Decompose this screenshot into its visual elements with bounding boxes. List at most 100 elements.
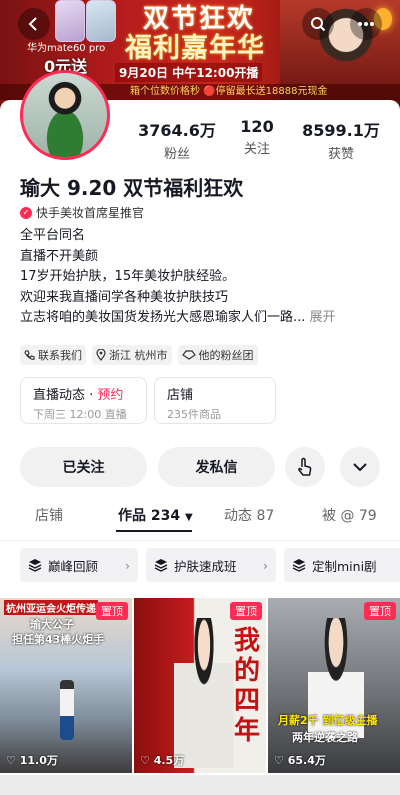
tab-works[interactable]: 作品 234 ▼ (118, 505, 193, 529)
fans-stat[interactable]: 3764.6万 粉丝 (132, 117, 222, 162)
reserve-link[interactable]: 预约 (97, 388, 123, 403)
back-arrow-icon (28, 17, 37, 31)
chevron-down-icon (353, 463, 367, 471)
tab-shop[interactable]: 店铺 (35, 505, 63, 527)
message-button[interactable]: 发私信 (158, 447, 275, 487)
portrait-image (174, 618, 234, 768)
video-thumbnail[interactable]: 月薪2千 到亿级主播 两年逆袭之路 置顶 ♡ 65.4万 (268, 598, 400, 773)
collection-chip-label: 定制mini剧 (312, 558, 377, 574)
collection-chip-label: 护肤速成班 (174, 558, 237, 574)
video-thumbnail[interactable]: 我的四年 置顶 ♡ 4.5万 (134, 598, 266, 773)
search-button[interactable] (302, 8, 334, 40)
followed-button[interactable]: 已关注 (20, 447, 147, 487)
fans-count: 3764.6万 (138, 121, 216, 140)
back-button[interactable] (18, 8, 50, 40)
search-icon (311, 17, 326, 32)
verified-badge: ✓ 快手美妆首席星推官 (20, 204, 144, 221)
expand-button[interactable] (340, 447, 380, 487)
video-grid: 杭州亚运会火炬传递 瑜大公子 担任第43棒火炬手 置顶 ♡ 11.0万 我的四年… (0, 598, 400, 773)
location-tag-label: 浙江 杭州市 (109, 349, 168, 362)
location-tag[interactable]: 浙江 杭州市 (92, 345, 172, 365)
video-thumbnail[interactable]: 杭州亚运会火炬传递 瑜大公子 担任第43棒火炬手 置顶 ♡ 11.0万 (0, 598, 132, 773)
bio-line: 全平台同名 (20, 228, 86, 243)
bio-line: 欢迎来我直播间学各种美妆护肤技巧 (20, 289, 229, 305)
following-stat[interactable]: 120 关注 (230, 117, 284, 157)
verified-icon: ✓ (20, 206, 32, 219)
collection-chip[interactable]: 定制mini剧 (284, 548, 400, 582)
likes-stat[interactable]: 8599.1万 获赞 (296, 117, 386, 162)
likes-count: 8599.1万 (302, 121, 380, 140)
caret-down-icon: ▼ (184, 512, 193, 523)
tab-works-label: 作品 234 (118, 508, 181, 524)
video-caption: 杭州亚运会火炬传递 (4, 600, 98, 615)
video-likes: ♡ 65.4万 (274, 752, 326, 768)
fan-group-tag-label: 他的粉丝团 (198, 349, 254, 362)
collection-chip[interactable]: 护肤速成班 › (146, 548, 276, 582)
profile-name: 瑜大 9.20 双节福利狂欢 (20, 176, 244, 200)
heart-icon: ♡ (6, 754, 16, 767)
profile-tags: 联系我们 浙江 杭州市 他的粉丝团 (20, 345, 258, 365)
shop-card[interactable]: 店铺 235件商品 (154, 377, 276, 424)
banner-date: 9月20日 中午12:00开播 (115, 63, 263, 82)
shop-card-title: 店铺 (167, 388, 194, 403)
next-row-thumbnails (0, 775, 400, 795)
live-card-title-text: 直播动态 · (33, 388, 98, 403)
runner-figure-image (60, 680, 74, 740)
video-caption: 瑜大公子 (30, 618, 74, 631)
pinned-badge: 置顶 (96, 602, 128, 620)
bio-expand-link[interactable]: 展开 (310, 310, 336, 325)
bio-line: 直播不开美颜 (20, 248, 99, 264)
banner-title-line2: 福利嘉年华 (125, 33, 265, 64)
live-card-sub: 下周三 12:00 直播 (33, 408, 127, 421)
profile-cards: 直播动态 · 预约 下周三 12:00 直播 店铺 235件商品 (20, 377, 276, 424)
heart-icon: ♡ (140, 754, 150, 767)
heart-icon: ♡ (274, 754, 284, 767)
profile-actions: 已关注 发私信 (20, 447, 380, 487)
phone-icon (24, 349, 35, 360)
phone-image (86, 0, 116, 42)
bio-line-last: 立志将咱的美妆国货发扬光大感恩瑜家人们一路... 展开 (20, 308, 336, 329)
live-schedule-card[interactable]: 直播动态 · 预约 下周三 12:00 直播 (20, 377, 147, 424)
fan-group-icon (181, 350, 196, 360)
verified-text: 快手美妆首席星推官 (36, 206, 145, 220)
content-tabs: 店铺 作品 234 ▼ 动态 87 被 @ 79 (0, 505, 400, 541)
video-caption: 我的四年 (234, 626, 261, 746)
active-tab-indicator (116, 530, 192, 532)
collection-chip-label: 巅峰回顾 (48, 558, 99, 574)
pinned-badge: 置顶 (230, 602, 262, 620)
contact-tag[interactable]: 联系我们 (20, 345, 86, 365)
bio-line: 17岁开始护肤，15年美妆护肤经验。 (20, 269, 236, 284)
more-button[interactable] (350, 8, 382, 40)
tab-mentions[interactable]: 被 @ 79 (322, 505, 377, 527)
video-likes-count: 11.0万 (19, 754, 58, 767)
more-dots-icon (358, 22, 374, 26)
collection-chips: 巅峰回顾 › 护肤速成班 › 定制mini剧 (20, 548, 400, 582)
video-likes-count: 4.5万 (153, 754, 185, 767)
video-likes: ♡ 4.5万 (140, 752, 184, 768)
bio-line: 立志将咱的美妆国货发扬光大感恩瑜家人们一路... (20, 310, 306, 325)
video-likes: ♡ 11.0万 (6, 752, 58, 768)
layers-icon (154, 559, 168, 572)
collection-chip[interactable]: 巅峰回顾 › (20, 548, 138, 582)
profile-bio[interactable]: 全平台同名 直播不开美颜 17岁开始护肤，15年美妆护肤经验。 欢迎来我直播间学… (20, 226, 336, 329)
hand-pointer-icon (298, 457, 312, 476)
phone-image (55, 0, 85, 42)
video-caption: 两年逆袭之路 (292, 731, 358, 744)
chevron-right-icon: › (263, 557, 268, 573)
layers-icon (28, 559, 42, 572)
fan-group-tag[interactable]: 他的粉丝团 (177, 345, 258, 365)
layers-icon (292, 559, 306, 572)
video-caption: 担任第43棒火炬手 (12, 633, 105, 646)
shop-card-sub: 235件商品 (167, 408, 221, 421)
banner-promo-line1: 华为mate60 pro (27, 43, 106, 54)
avatar[interactable] (20, 70, 110, 160)
profile-page: 华为mate60 pro 0元送 双节狂欢 福利嘉年华 9月20日 中午12:0… (0, 0, 400, 795)
tab-moments[interactable]: 动态 87 (224, 505, 274, 527)
live-card-title: 直播动态 · 预约 (33, 384, 134, 403)
poke-button[interactable] (285, 447, 325, 487)
video-caption: 月薪2千 到亿级主播 (278, 714, 378, 727)
chevron-right-icon: › (125, 557, 130, 573)
following-count: 120 (240, 117, 274, 136)
likes-label: 获赞 (327, 147, 354, 162)
pinned-badge: 置顶 (364, 602, 396, 620)
